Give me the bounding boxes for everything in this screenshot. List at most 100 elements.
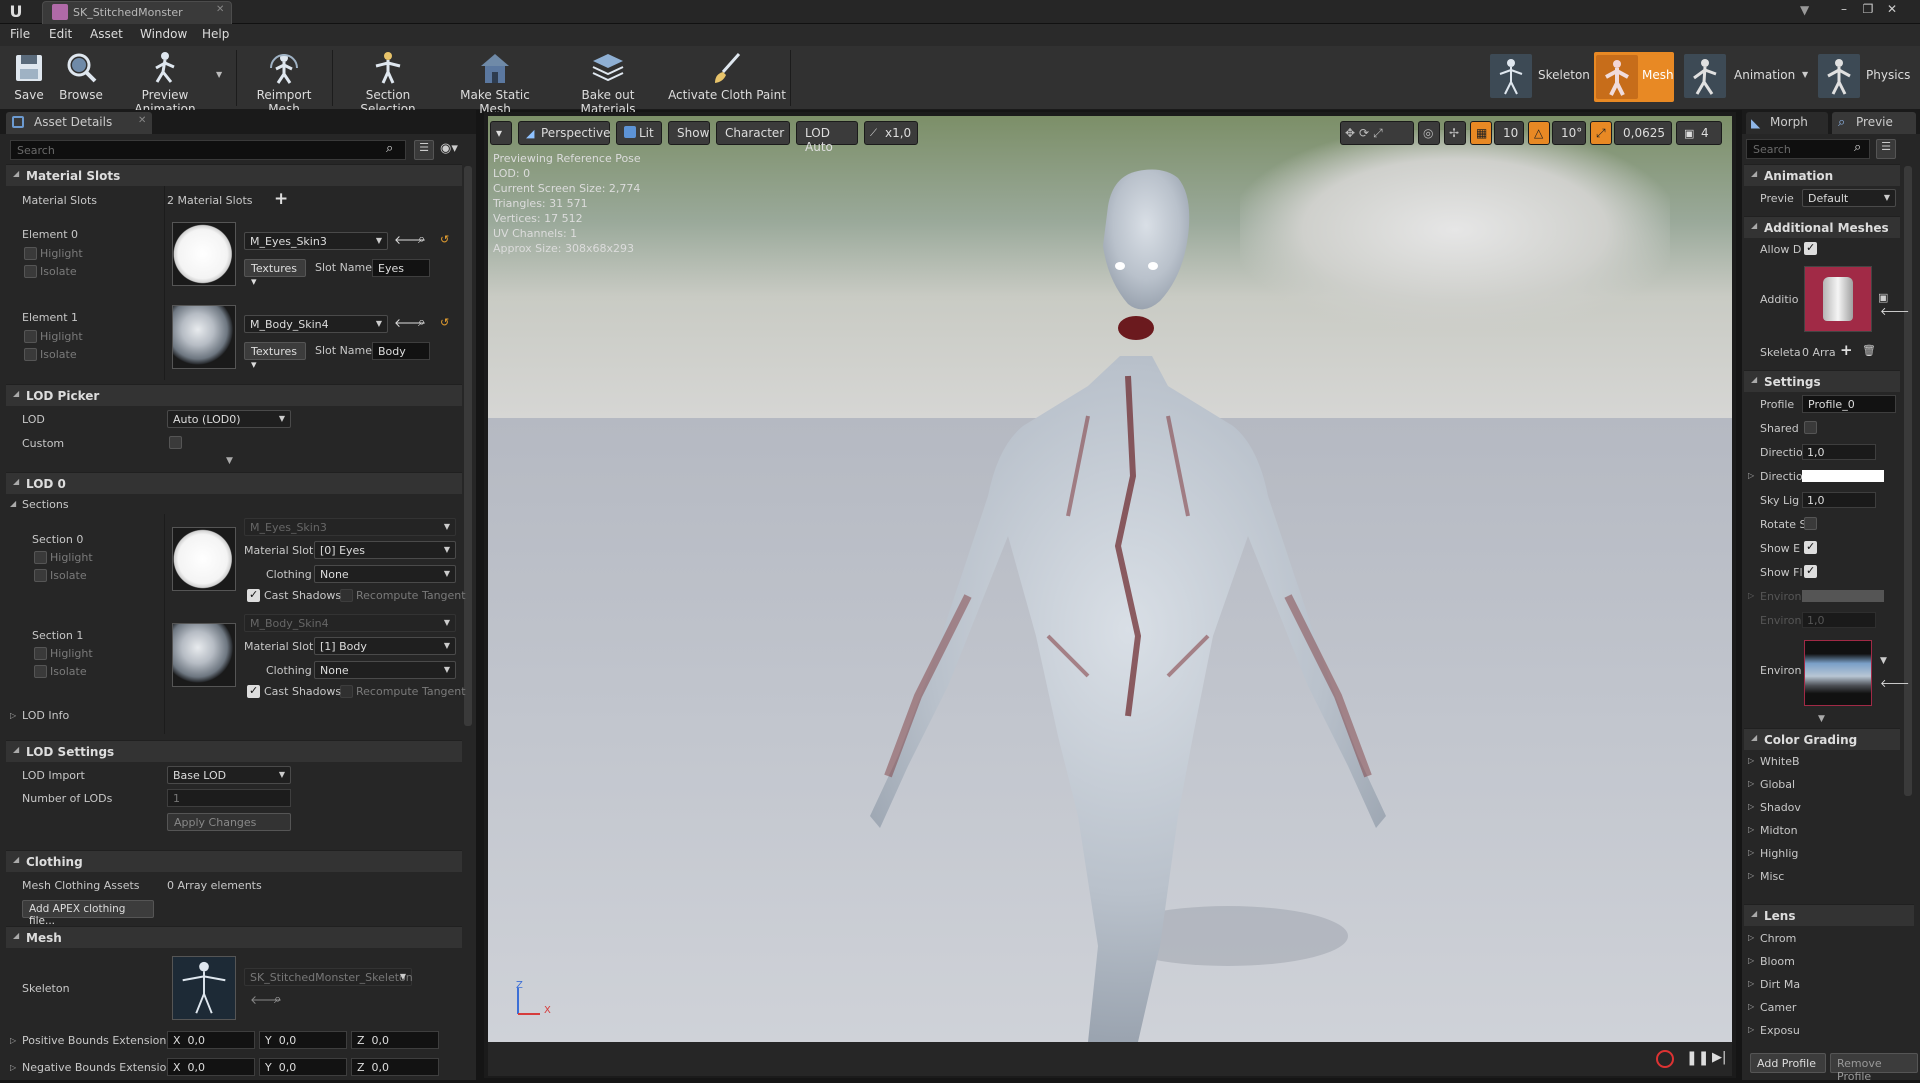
category-additional-meshes[interactable]: Additional Meshes <box>1744 216 1900 238</box>
category-lod-settings[interactable]: LOD Settings <box>6 740 462 762</box>
bake-out-materials-button[interactable]: Bake out Materials <box>554 48 662 116</box>
collapsed-arrow-icon[interactable]: ▷ <box>10 711 16 720</box>
browse-asset-icon[interactable]: ⌕ <box>274 992 281 1007</box>
collapsed-arrow-icon[interactable]: ▷ <box>1748 871 1754 880</box>
collapsed-arrow-icon[interactable]: ▷ <box>1748 933 1754 942</box>
menu-edit[interactable]: Edit <box>49 27 72 41</box>
reset-default-icon[interactable]: ↺ <box>440 233 449 246</box>
environment-color-swatch[interactable] <box>1802 590 1884 602</box>
restore-icon[interactable]: ❐ <box>1856 1 1880 17</box>
element-0-slot-name-field[interactable]: Eyes <box>372 259 430 277</box>
section-0-cast-shadows-checkbox[interactable] <box>247 588 260 602</box>
element-1-slot-name-field[interactable]: Body <box>372 342 430 360</box>
pause-icon[interactable]: ❚❚ <box>1686 1050 1709 1066</box>
negative-bounds-y-field[interactable]: Y 0,0 <box>259 1058 347 1076</box>
lit-button[interactable]: Lit <box>616 121 662 145</box>
color-grading-item[interactable]: WhiteB <box>1760 755 1800 768</box>
additional-mesh-thumbnail[interactable] <box>1804 266 1872 332</box>
color-grading-item[interactable]: Shadov <box>1760 801 1801 814</box>
show-button[interactable]: Show <box>668 121 710 145</box>
color-grading-item[interactable]: Misc <box>1760 870 1784 883</box>
close-window-icon[interactable]: ✕ <box>1880 1 1904 17</box>
category-settings[interactable]: Settings <box>1744 370 1900 392</box>
expand-arrow-icon[interactable]: ▼ <box>226 456 233 466</box>
reimport-mesh-button[interactable]: Reimport Mesh <box>240 48 328 116</box>
collapsed-arrow-icon[interactable]: ▷ <box>1748 825 1754 834</box>
preview-animation-combo[interactable]: Default <box>1802 189 1896 207</box>
section-0-isolate-checkbox[interactable] <box>34 569 47 582</box>
use-selected-arrow-icon[interactable]: 🡐 <box>1880 676 1910 690</box>
grid-snap-icon[interactable]: ▦ <box>1470 121 1492 145</box>
collapsed-arrow-icon[interactable]: ▷ <box>1748 756 1754 765</box>
save-button[interactable]: Save <box>6 48 52 108</box>
element-0-highlight-checkbox[interactable] <box>24 247 37 260</box>
asset-details-search-input[interactable]: Search <box>10 140 406 160</box>
lens-item[interactable]: Chrom <box>1760 932 1796 945</box>
stitched-monster-mesh[interactable] <box>488 116 1732 1042</box>
menu-file[interactable]: File <box>10 27 30 41</box>
collapsed-arrow-icon[interactable]: ▷ <box>1748 779 1754 788</box>
unreal-logo[interactable]: U <box>6 2 26 22</box>
section-0-material-slot-combo[interactable]: [0] Eyes <box>314 541 456 559</box>
positive-bounds-x-field[interactable]: X 0,0 <box>167 1031 255 1049</box>
section-1-highlight-checkbox[interactable] <box>34 647 47 660</box>
profile-field[interactable]: Profile_0 <box>1802 395 1896 413</box>
remove-profile-button[interactable]: Remove Profile <box>1830 1053 1918 1083</box>
character-button[interactable]: Character <box>716 121 790 145</box>
category-clothing[interactable]: Clothing <box>6 850 462 872</box>
section-0-thumbnail[interactable] <box>172 527 236 591</box>
allow-checkbox[interactable] <box>1804 241 1817 255</box>
environment-cubemap-thumbnail[interactable] <box>1804 640 1872 706</box>
number-of-lods-field[interactable]: 1 <box>167 789 291 807</box>
category-animation[interactable]: Animation <box>1744 164 1900 186</box>
lens-item[interactable]: Bloom <box>1760 955 1795 968</box>
transform-tools-group[interactable]: ✥⟳⤢ <box>1340 121 1414 145</box>
chevron-down-icon[interactable]: ▼ <box>1880 656 1887 666</box>
record-icon[interactable] <box>1656 1050 1674 1068</box>
material-thumbnail-body[interactable] <box>172 305 236 369</box>
mode-animation-button[interactable]: Animation ▼ <box>1684 52 1810 102</box>
section-1-isolate-checkbox[interactable] <box>34 665 47 678</box>
environment-intensity-field[interactable]: 1,0 <box>1802 612 1876 628</box>
category-lod-picker[interactable]: LOD Picker <box>6 384 462 406</box>
section-1-thumbnail[interactable] <box>172 623 236 687</box>
section-1-clothing-combo[interactable]: None <box>314 661 456 679</box>
chevron-down-icon[interactable]: ▼ <box>1802 70 1808 79</box>
mode-mesh-button[interactable]: Mesh <box>1594 52 1674 102</box>
direction-color-swatch[interactable] <box>1802 470 1884 482</box>
collapsed-arrow-icon[interactable]: ▷ <box>1748 956 1754 965</box>
collapsed-arrow-icon[interactable]: ▷ <box>1748 591 1754 600</box>
section-selection-button[interactable]: Section Selection <box>338 48 438 116</box>
element-1-material-combo[interactable]: M_Body_Skin4 <box>244 315 388 333</box>
menu-help[interactable]: Help <box>202 27 229 41</box>
color-grading-item[interactable]: Global <box>1760 778 1795 791</box>
scale-snap-value[interactable]: 0,0625 <box>1614 121 1672 145</box>
lens-item[interactable]: Camer <box>1760 1001 1796 1014</box>
expanded-arrow-icon[interactable]: ◢ <box>10 499 16 508</box>
document-tab[interactable]: SK_StitchedMonster <box>42 1 232 24</box>
preview-animation-dropdown-icon[interactable]: ▼ <box>216 70 222 79</box>
lod-info-label[interactable]: LOD Info <box>22 709 69 722</box>
element-1-isolate-checkbox[interactable] <box>24 348 37 361</box>
preview-animation-button[interactable]: Preview Animation <box>110 48 220 116</box>
element-1-highlight-checkbox[interactable] <box>24 330 37 343</box>
element-0-textures-button[interactable]: Textures ▾ <box>244 259 306 288</box>
details-scrollbar[interactable] <box>464 166 472 726</box>
lens-item[interactable]: Exposu <box>1760 1024 1800 1037</box>
feedback-icon[interactable]: ▼ <box>1800 3 1816 17</box>
show-floor-checkbox[interactable] <box>1804 564 1817 578</box>
world-space-icon[interactable]: ◎ <box>1418 121 1440 145</box>
use-selected-arrow-icon[interactable]: 🡐 <box>1880 304 1910 318</box>
show-environment-checkbox[interactable] <box>1804 540 1817 554</box>
browse-asset-icon[interactable]: ⌕ <box>418 315 425 330</box>
close-icon[interactable]: ✕ <box>216 4 224 15</box>
category-color-grading[interactable]: Color Grading <box>1744 728 1900 750</box>
mode-physics-button[interactable]: Physics <box>1818 52 1918 102</box>
positive-bounds-z-field[interactable]: Z 0,0 <box>351 1031 439 1049</box>
color-grading-item[interactable]: Highlig <box>1760 847 1798 860</box>
camera-speed-button[interactable]: 4 <box>1676 121 1722 145</box>
make-static-mesh-button[interactable]: Make Static Mesh <box>446 48 544 116</box>
element-1-textures-button[interactable]: Textures ▾ <box>244 342 306 371</box>
surface-snap-icon[interactable]: ✢ <box>1444 121 1466 145</box>
trash-icon[interactable]: 🗑 <box>1862 344 1876 357</box>
